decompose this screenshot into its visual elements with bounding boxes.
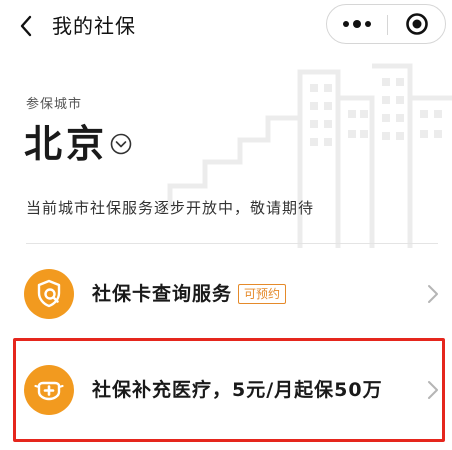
service-label: 社保卡查询服务	[92, 283, 233, 305]
more-dots-icon	[343, 20, 371, 28]
close-mini-program-button[interactable]	[388, 5, 446, 43]
reservable-badge: 可预约	[238, 284, 287, 304]
mini-program-capsule	[326, 4, 446, 44]
chevron-right-icon	[424, 284, 442, 304]
red-highlight-box	[13, 338, 445, 442]
social-security-card-query-row[interactable]: 社保卡查询服务 可预约	[24, 264, 444, 324]
chevron-down-circle-icon	[110, 133, 132, 155]
page-title: 我的社保	[52, 14, 136, 38]
chevron-left-icon	[20, 15, 32, 37]
divider	[26, 243, 438, 244]
navigation-bar: 我的社保	[0, 0, 452, 52]
city-selector[interactable]: 北京	[24, 118, 132, 170]
city-label: 参保城市	[26, 97, 83, 112]
back-button[interactable]	[10, 10, 42, 42]
more-button[interactable]	[327, 5, 387, 43]
service-notice: 当前城市社保服务逐步开放中，敬请期待	[26, 199, 315, 217]
city-name: 北京	[24, 122, 109, 166]
shield-search-icon	[24, 269, 74, 319]
target-circle-icon	[406, 13, 428, 35]
